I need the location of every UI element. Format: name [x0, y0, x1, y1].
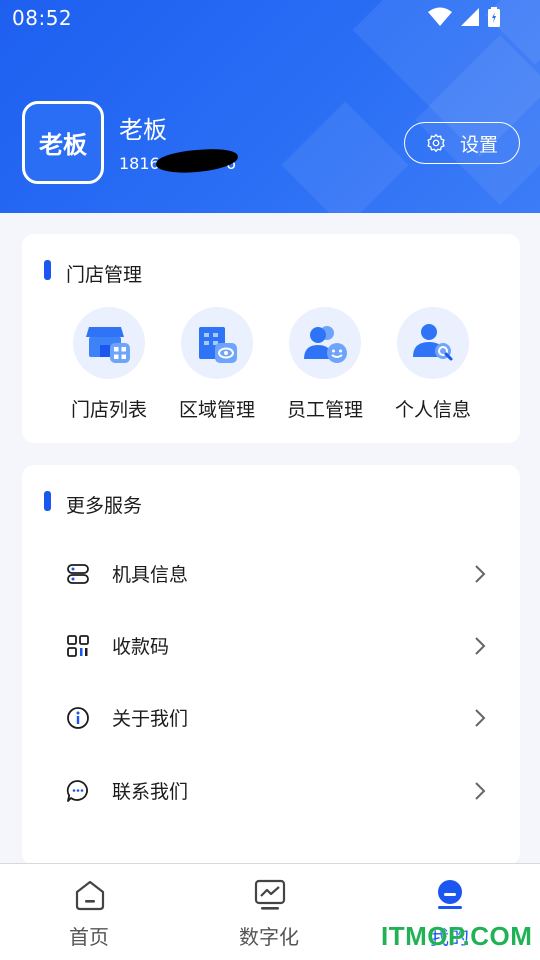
list-item-label: 机具信息	[112, 564, 189, 586]
grid-item-area-management[interactable]: 区域管理	[167, 307, 267, 422]
info-icon	[67, 707, 89, 729]
monitor-chart-icon	[254, 879, 286, 910]
chevron-right-icon	[475, 782, 486, 800]
section-marker	[44, 260, 51, 280]
grid-item-staff-management[interactable]: 员工管理	[275, 307, 375, 422]
personal-info-icon	[413, 324, 453, 361]
profile-header: 08:52 老板 老板 181666 设置	[0, 0, 540, 213]
settings-label: 设置	[459, 133, 498, 156]
battery-icon	[488, 7, 500, 27]
chat-icon	[66, 780, 88, 802]
tab-label: 数字化	[239, 925, 299, 949]
tab-digital[interactable]: 数字化	[199, 864, 339, 960]
grid-item-personal-info[interactable]: 个人信息	[383, 307, 483, 422]
grid-label: 个人信息	[394, 399, 471, 421]
grid-item-store-list[interactable]: 门店列表	[59, 307, 159, 422]
list-item-qr-code[interactable]: 收款码	[22, 610, 520, 682]
services-section-title: 更多服务	[66, 495, 143, 517]
list-item-label: 关于我们	[112, 708, 189, 730]
wifi-icon	[428, 7, 452, 26]
list-item-about-us[interactable]: 关于我们	[22, 682, 520, 754]
device-info-icon	[67, 564, 89, 584]
list-item-label: 联系我们	[112, 781, 189, 803]
chevron-right-icon	[475, 637, 486, 655]
settings-button[interactable]: 设置	[404, 122, 520, 164]
list-item-device-info[interactable]: 机具信息	[22, 538, 520, 610]
gear-icon	[427, 134, 445, 152]
avatar-text: 老板	[39, 131, 87, 159]
grid-label: 区域管理	[178, 399, 255, 421]
grid-label: 门店列表	[70, 399, 147, 421]
status-time: 08:52	[12, 6, 73, 30]
home-icon	[75, 880, 105, 911]
chevron-right-icon	[475, 565, 486, 583]
section-marker	[44, 491, 51, 511]
avatar[interactable]: 老板	[22, 101, 104, 184]
chevron-right-icon	[475, 709, 486, 727]
watermark: ITMOP.COM	[381, 921, 533, 951]
tab-home[interactable]: 首页	[19, 864, 159, 960]
profile-icon	[438, 880, 462, 909]
list-item-label: 收款码	[112, 636, 170, 658]
store-management-card: 门店管理 门店列表 区域管理 员工管理 个人信息	[22, 234, 520, 443]
user-name: 老板	[119, 116, 167, 144]
store-list-icon	[86, 327, 130, 363]
qr-code-icon	[67, 635, 89, 657]
signal-icon	[461, 8, 479, 26]
staff-management-icon	[304, 326, 347, 363]
grid-label: 员工管理	[286, 399, 363, 421]
list-item-contact-us[interactable]: 联系我们	[22, 755, 520, 827]
tab-label: 首页	[69, 925, 109, 949]
status-bar: 08:52	[0, 0, 540, 36]
store-section-title: 门店管理	[66, 264, 143, 286]
area-management-icon	[199, 327, 237, 363]
